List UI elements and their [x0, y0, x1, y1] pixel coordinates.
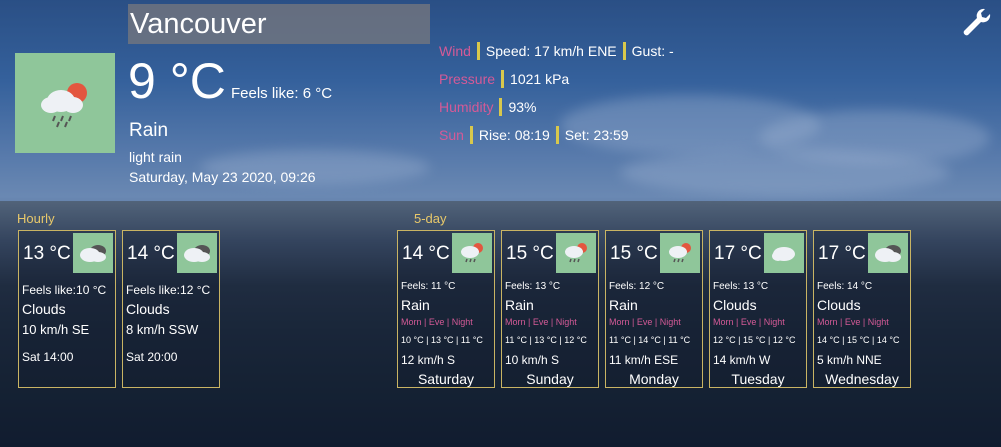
forecast-period-temps: 14 °C | 15 °C | 14 °C — [817, 335, 900, 345]
rain-cloud-sun-icon — [15, 53, 115, 153]
forecast-card: 17 °C Feels: 14 °C Clouds Morn | Eve | N… — [813, 230, 911, 388]
cloudy-icon — [177, 233, 217, 273]
forecast-condition: Clouds — [713, 297, 757, 313]
forecast-feels: Feels: 12 °C — [609, 281, 665, 292]
forecast-condition: Clouds — [817, 297, 861, 313]
hourly-time: Sat 20:00 — [126, 350, 178, 364]
forecast-card: 15 °C Feels: 13 °C Rain Morn | Eve | Nig… — [501, 230, 599, 388]
forecast-condition: Rain — [401, 297, 430, 313]
wind-gust: Gust: - — [631, 43, 674, 59]
current-condition: Rain — [129, 120, 169, 141]
pressure-value: 1021 kPa — [510, 71, 570, 87]
forecast-period-temps: 12 °C | 15 °C | 12 °C — [713, 335, 796, 345]
forecast-day: Wednesday — [825, 371, 899, 387]
city-name: Vancouver — [128, 4, 430, 44]
separator — [622, 42, 626, 60]
forecast-wind: 10 km/h S — [505, 353, 560, 367]
separator — [476, 42, 480, 60]
forecast-temp: 15 °C — [610, 243, 658, 264]
forecast-period-temps: 10 °C | 13 °C | 11 °C — [401, 335, 483, 345]
separator — [555, 126, 559, 144]
hourly-feels: Feels like:10 °C — [22, 283, 107, 297]
hourly-label: Hourly — [17, 211, 55, 226]
wind-label: Wind — [439, 43, 471, 59]
forecast-wind: 14 km/h W — [713, 353, 771, 367]
forecast-temp: 17 °C — [714, 243, 762, 264]
humidity-row: Humidity 93% — [439, 93, 674, 121]
pressure-row: Pressure 1021 kPa — [439, 65, 674, 93]
hourly-wind: 10 km/h SE — [22, 322, 90, 337]
current-feels-like: Feels like: 6 °C — [231, 85, 333, 102]
forecast-feels: Feels: 11 °C — [401, 281, 456, 292]
sunrise-time: Rise: 08:19 — [478, 127, 550, 143]
forecast-temp: 15 °C — [506, 243, 554, 264]
sun-label: Sun — [439, 127, 464, 143]
hourly-temp: 13 °C — [23, 243, 71, 264]
forecast-condition: Rain — [505, 297, 534, 313]
rain-cloud-sun-icon — [556, 233, 596, 273]
cloudy-icon — [868, 233, 908, 273]
forecast-feels: Feels: 14 °C — [817, 281, 873, 292]
hourly-card: 14 °C Feels like:12 °C Clouds 8 km/h SSW… — [122, 230, 220, 388]
forecast-wind: 11 km/h ESE — [609, 353, 679, 367]
forecast-card: 14 °C Feels: 11 °C Rain Morn | Eve | Nig… — [397, 230, 495, 388]
hourly-feels: Feels like:12 °C — [126, 283, 211, 297]
forecast-period-temps: 11 °C | 13 °C | 12 °C — [505, 335, 587, 345]
forecast-feels: Feels: 13 °C — [713, 281, 769, 292]
hourly-condition: Clouds — [126, 301, 170, 317]
sun-row: Sun Rise: 08:19 Set: 23:59 — [439, 121, 674, 149]
forecast-period-temps: 11 °C | 14 °C | 11 °C — [609, 335, 691, 345]
forecast-period-header: Morn | Eve | Night — [401, 317, 473, 327]
forecast-day: Sunday — [526, 371, 574, 387]
forecast-temp: 14 °C — [402, 243, 450, 264]
cloudy-icon — [73, 233, 113, 273]
hourly-time: Sat 14:00 — [22, 350, 74, 364]
settings-wrench-icon[interactable] — [960, 6, 992, 38]
forecast-condition: Rain — [609, 297, 638, 313]
hourly-temp: 14 °C — [127, 243, 175, 264]
separator — [499, 98, 503, 116]
forecast-day: Tuesday — [731, 371, 785, 387]
forecast-temp: 17 °C — [818, 243, 866, 264]
hourly-wind: 8 km/h SSW — [126, 322, 199, 337]
weather-details: Wind Speed: 17 km/h ENE Gust: - Pressure… — [439, 37, 674, 149]
humidity-label: Humidity — [439, 99, 494, 115]
hourly-condition: Clouds — [22, 301, 66, 317]
sunset-time: Set: 23:59 — [564, 127, 629, 143]
pressure-label: Pressure — [439, 71, 496, 87]
current-temperature: 9 °C — [128, 53, 226, 109]
forecast-period-header: Morn | Eve | Night — [817, 317, 889, 327]
forecast-period-header: Morn | Eve | Night — [609, 317, 681, 327]
forecast-card: 15 °C Feels: 12 °C Rain Morn | Eve | Nig… — [605, 230, 703, 388]
forecast-wind: 12 km/h S — [401, 353, 456, 367]
current-description: light rain — [129, 149, 182, 165]
forecast-day: Monday — [629, 371, 679, 387]
separator — [469, 126, 473, 144]
fiveday-label: 5-day — [414, 211, 447, 226]
forecast-feels: Feels: 13 °C — [505, 281, 561, 292]
current-datetime: Saturday, May 23 2020, 09:26 — [129, 169, 316, 185]
forecast-day: Saturday — [417, 371, 475, 387]
forecast-wind: 5 km/h NNE — [817, 353, 882, 367]
forecast-period-header: Morn | Eve | Night — [713, 317, 785, 327]
hourly-card: 13 °C Feels like:10 °C Clouds 10 km/h SE… — [18, 230, 116, 388]
forecast-period-header: Morn | Eve | Night — [505, 317, 577, 327]
cloud-icon — [764, 233, 804, 273]
forecast-card: 17 °C Feels: 13 °C Clouds Morn | Eve | N… — [709, 230, 807, 388]
wind-row: Wind Speed: 17 km/h ENE Gust: - — [439, 37, 674, 65]
rain-cloud-sun-icon — [660, 233, 700, 273]
humidity-value: 93% — [508, 99, 537, 115]
rain-cloud-sun-icon — [452, 233, 492, 273]
wind-speed: Speed: 17 km/h ENE — [485, 43, 617, 59]
separator — [501, 70, 505, 88]
